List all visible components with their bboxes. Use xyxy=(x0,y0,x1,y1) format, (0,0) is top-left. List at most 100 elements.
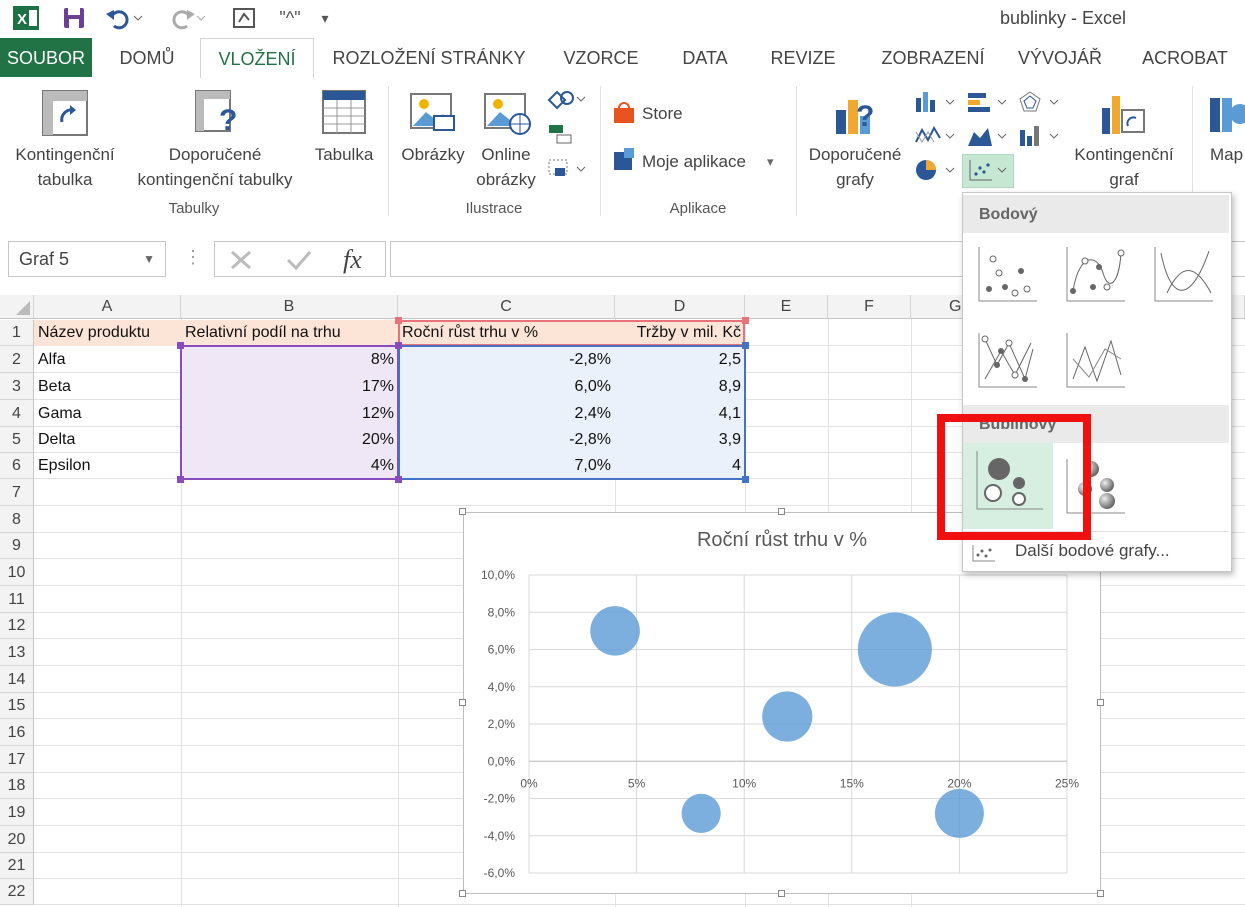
row-header[interactable]: 5 xyxy=(0,427,34,453)
enter-icon[interactable] xyxy=(285,249,313,271)
undo-icon[interactable] xyxy=(104,5,144,31)
cell[interactable]: Tržby v mil. Kč xyxy=(615,320,745,346)
chart-resize-handle[interactable] xyxy=(778,508,785,515)
cell[interactable]: 3,9 xyxy=(615,427,745,453)
pie-chart-icon[interactable] xyxy=(914,158,958,182)
select-all-corner[interactable] xyxy=(0,295,34,319)
insert-function-icon[interactable]: fx xyxy=(341,246,375,274)
column-header-c[interactable]: C xyxy=(398,295,615,319)
cell[interactable]: 4 xyxy=(615,453,745,479)
row-header[interactable]: 14 xyxy=(0,666,34,693)
redo-icon[interactable] xyxy=(165,5,205,31)
area-chart-icon[interactable] xyxy=(966,124,1010,148)
tab-soubor[interactable]: SOUBOR xyxy=(0,38,92,77)
radar-chart-icon[interactable] xyxy=(1018,90,1062,114)
customize-icon[interactable]: "^" xyxy=(275,5,305,31)
cell[interactable]: Epsilon xyxy=(34,453,181,479)
chart-resize-handle[interactable] xyxy=(1097,699,1104,706)
row-header[interactable]: 21 xyxy=(0,853,34,879)
combo-chart-icon[interactable] xyxy=(1018,124,1062,148)
tab-vzorce[interactable]: VZORCE xyxy=(554,38,648,77)
cell[interactable]: -2,8% xyxy=(398,427,615,453)
cell[interactable]: Gama xyxy=(34,400,181,427)
scatter-straight-lines-icon[interactable] xyxy=(1063,329,1129,391)
cell[interactable]: 7,0% xyxy=(398,453,615,479)
cell[interactable]: Roční růst trhu v % xyxy=(398,320,615,346)
scatter-smooth-lines-icon[interactable] xyxy=(1151,243,1217,305)
more-scatter-charts-item[interactable]: Další bodové grafy... xyxy=(971,539,1229,567)
row-header[interactable]: 10 xyxy=(0,559,34,586)
cell[interactable]: Beta xyxy=(34,373,181,400)
bubble-point[interactable] xyxy=(590,606,640,656)
cell[interactable]: 8% xyxy=(181,346,398,373)
column-header-a[interactable]: A xyxy=(34,295,181,319)
smartart-icon[interactable] xyxy=(547,123,577,145)
qa-more-icon[interactable]: ▾ xyxy=(315,5,335,31)
tab-vyvojar[interactable]: VÝVOJÁŘ xyxy=(1010,38,1110,77)
row-header[interactable]: 13 xyxy=(0,639,34,666)
tab-rozlozeni-stranky[interactable]: ROZLOŽENÍ STRÁNKY xyxy=(326,38,532,77)
row-header[interactable]: 3 xyxy=(0,373,34,400)
column-header-b[interactable]: B xyxy=(181,295,398,319)
row-header[interactable]: 12 xyxy=(0,613,34,639)
cell[interactable]: 4% xyxy=(181,453,398,479)
bubble-point[interactable] xyxy=(857,612,932,687)
row-header[interactable]: 7 xyxy=(0,479,34,506)
cell[interactable]: 12% xyxy=(181,400,398,427)
row-header[interactable]: 15 xyxy=(0,693,34,719)
row-header[interactable]: 2 xyxy=(0,346,34,373)
cell[interactable]: 8,9 xyxy=(615,373,745,400)
cell[interactable]: 6,0% xyxy=(398,373,615,400)
bubble-point[interactable] xyxy=(762,691,813,742)
tab-data[interactable]: DATA xyxy=(670,38,740,77)
chart-resize-handle[interactable] xyxy=(1097,890,1104,897)
line-chart-icon[interactable] xyxy=(914,124,958,148)
row-header[interactable]: 22 xyxy=(0,879,34,905)
chart-resize-handle[interactable] xyxy=(778,890,785,897)
row-header[interactable]: 20 xyxy=(0,826,34,853)
cell[interactable]: Alfa xyxy=(34,346,181,373)
chart-resize-handle[interactable] xyxy=(459,890,466,897)
screenshot-icon[interactable] xyxy=(547,158,587,182)
tab-revize[interactable]: REVIZE xyxy=(762,38,844,77)
column-header-f[interactable]: F xyxy=(828,295,911,319)
cell[interactable]: 2,5 xyxy=(615,346,745,373)
row-header[interactable]: 11 xyxy=(0,586,34,613)
row-header[interactable]: 4 xyxy=(0,400,34,427)
cell[interactable]: 17% xyxy=(181,373,398,400)
bubble-point[interactable] xyxy=(681,793,721,834)
cell[interactable]: 2,4% xyxy=(398,400,615,427)
tab-zobrazeni[interactable]: ZOBRAZENÍ xyxy=(866,38,1000,77)
cancel-icon[interactable] xyxy=(229,249,253,271)
tab-vlozeni[interactable]: VLOŽENÍ xyxy=(200,38,314,80)
shapes-icon[interactable] xyxy=(547,88,587,110)
save-icon[interactable] xyxy=(60,5,88,31)
cell[interactable]: Relativní podíl na trhu xyxy=(181,320,398,346)
scatter-smooth-markers-icon[interactable] xyxy=(1063,243,1129,305)
chart-resize-handle[interactable] xyxy=(459,508,466,515)
cell[interactable]: -2,8% xyxy=(398,346,615,373)
cell[interactable]: 20% xyxy=(181,427,398,453)
bar-chart-icon[interactable] xyxy=(966,90,1010,114)
row-header[interactable]: 19 xyxy=(0,799,34,826)
row-header[interactable]: 6 xyxy=(0,453,34,479)
bubble-point[interactable] xyxy=(934,788,984,838)
chart-resize-handle[interactable] xyxy=(459,699,466,706)
cell[interactable]: Název produktu xyxy=(34,320,181,346)
cell[interactable]: 4,1 xyxy=(615,400,745,427)
name-box[interactable]: Graf 5 ▼ xyxy=(8,241,166,277)
scatter-chart-button[interactable] xyxy=(962,154,1014,188)
column-chart-icon[interactable] xyxy=(914,90,958,114)
row-header[interactable]: 9 xyxy=(0,533,34,559)
name-box-dropdown-icon[interactable]: ▼ xyxy=(143,242,155,276)
row-header[interactable]: 18 xyxy=(0,773,34,799)
row-header[interactable]: 1 xyxy=(0,320,34,346)
tab-acrobat[interactable]: ACROBAT xyxy=(1130,38,1240,77)
row-header[interactable]: 16 xyxy=(0,719,34,746)
column-header-e[interactable]: E xyxy=(745,295,828,319)
row-header[interactable]: 8 xyxy=(0,506,34,533)
scatter-markers-icon[interactable] xyxy=(975,243,1041,305)
touch-mode-icon[interactable] xyxy=(230,5,258,31)
row-header[interactable]: 17 xyxy=(0,746,34,773)
cell[interactable]: Delta xyxy=(34,427,181,453)
